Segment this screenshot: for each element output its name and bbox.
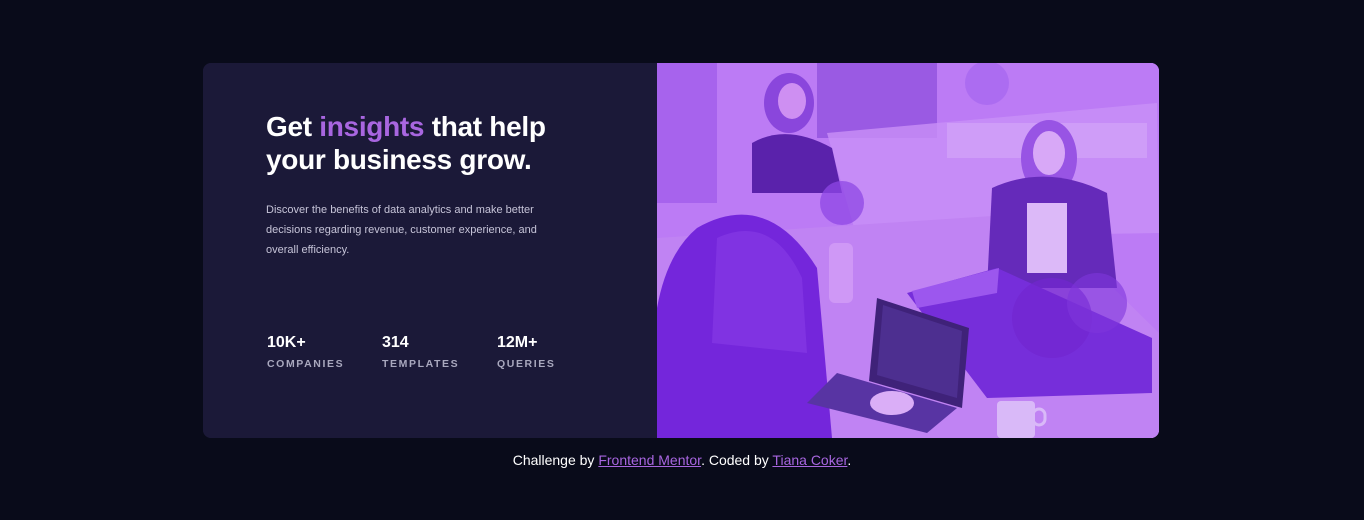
stat-companies: 10K+ COMPANIES (267, 333, 382, 371)
stat-value: 314 (382, 334, 409, 351)
card-text-panel: Get insights that help your business gro… (203, 63, 657, 438)
stat-value: 10K+ (267, 334, 306, 351)
headline-accent: insights (319, 111, 425, 142)
stat-label: TEMPLATES (382, 358, 460, 370)
office-team-image (657, 63, 1159, 438)
footer-prefix: Challenge by (512, 452, 599, 468)
stat-label: QUERIES (497, 358, 556, 370)
attribution-footer: Challenge by Frontend Mentor. Coded by T… (0, 451, 1364, 469)
description: Discover the benefits of data analytics … (266, 204, 537, 256)
footer-suffix: . (847, 452, 852, 468)
headline-part1: Get (266, 111, 320, 142)
frontend-mentor-link[interactable]: Frontend Mentor (598, 452, 701, 468)
headline: Get insights that help your business gro… (266, 110, 586, 176)
author-link[interactable]: Tiana Coker (772, 452, 847, 468)
page: Get insights that help your business gro… (0, 0, 1364, 520)
stats-row: 10K+ COMPANIES 314 TEMPLATES 12M+ QUERIE… (267, 333, 612, 371)
stat-templates: 314 TEMPLATES (382, 333, 497, 371)
stat-label: COMPANIES (267, 358, 345, 370)
office-photo-illustration (657, 63, 1159, 438)
stats-preview-card: Get insights that help your business gro… (203, 63, 1159, 438)
stat-queries: 12M+ QUERIES (497, 333, 612, 371)
stat-value: 12M+ (497, 334, 538, 351)
footer-middle: . Coded by (701, 452, 773, 468)
